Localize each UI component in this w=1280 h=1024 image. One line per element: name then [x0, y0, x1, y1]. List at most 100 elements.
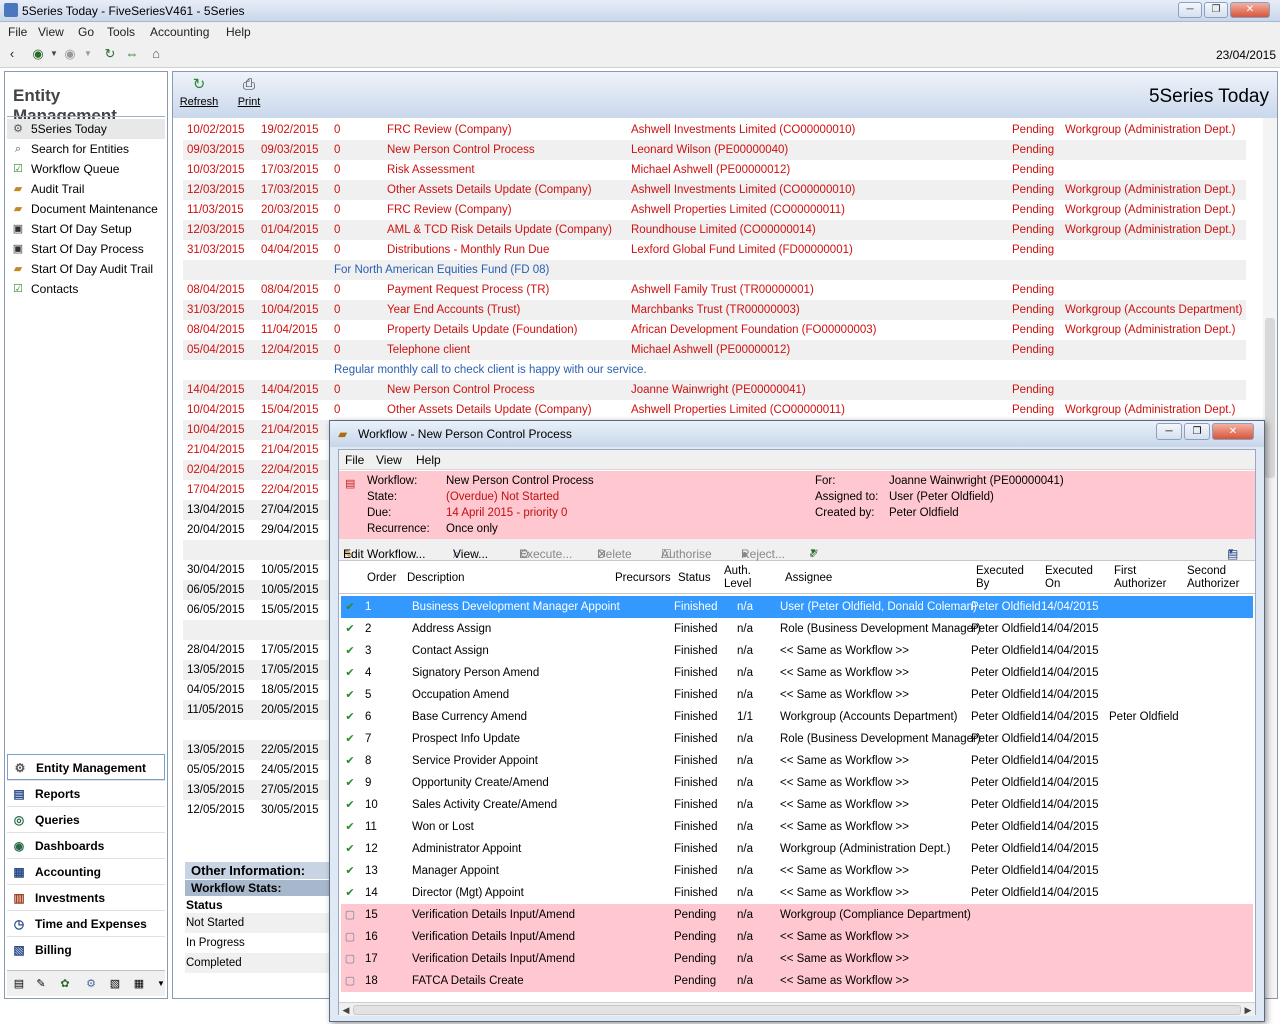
workflow-step-row[interactable]: ✔ 7 Prospect Info Update Finished n/a Role (B…: [341, 728, 1253, 750]
module-accounting[interactable]: ▦ Accounting: [7, 858, 165, 884]
workflow-menu-file[interactable]: File: [345, 453, 364, 467]
workflow-step-row[interactable]: ✔ 5 Occupation Amend Finished n/a << Same as …: [341, 684, 1253, 706]
nav-item-sod-setup[interactable]: ▣ Start Of Day Setup: [7, 219, 165, 239]
col-status[interactable]: Status: [678, 572, 711, 585]
workflow-step-row[interactable]: ▢ 18 FATCA Details Create Pending n/a << Same…: [341, 970, 1253, 992]
workflow-step-row[interactable]: ✔ 6 Base Currency Amend Finished 1/1 Workgrou…: [341, 706, 1253, 728]
task-row[interactable]: 08/04/2015 08/04/2015 0 Payment Request Pro…: [183, 280, 1246, 300]
task-row[interactable]: 05/04/2015 12/04/2015 0 Telephone client Mic…: [183, 340, 1246, 360]
nav-item-sod-audit-trail[interactable]: ▰ Start Of Day Audit Trail: [7, 259, 165, 279]
workflow-step-row[interactable]: ▢ 17 Verification Details Input/Amend Pendi…: [341, 948, 1253, 970]
col-assignee[interactable]: Assignee: [785, 572, 832, 585]
workflow-close-button[interactable]: ✕: [1212, 423, 1254, 440]
nav-item-5series-today[interactable]: ⚙ 5Series Today: [7, 119, 165, 139]
workflow-menu-view[interactable]: View: [376, 453, 402, 467]
menu-accounting[interactable]: Accounting: [150, 25, 209, 39]
edit-icon[interactable]: ✎: [33, 976, 49, 992]
module-investments[interactable]: ▥ Investments: [7, 884, 165, 910]
nav-item-search-entities[interactable]: ⌕ Search for Entities: [7, 139, 165, 159]
task-row[interactable]: 31/03/2015 04/04/2015 0 Distributions - Mon…: [183, 240, 1246, 260]
col-first-authorizer-line1[interactable]: First: [1114, 565, 1136, 578]
nav-item-sod-process[interactable]: ▣ Start Of Day Process: [7, 239, 165, 259]
refresh-icon[interactable]: ↻: [102, 46, 118, 62]
main-scrollbar[interactable]: [1263, 118, 1277, 998]
task-row[interactable]: 14/04/2015 14/04/2015 0 New Person Control …: [183, 380, 1246, 400]
refresh-button[interactable]: ↻ Refresh: [177, 76, 221, 116]
back-icon[interactable]: ◉: [30, 46, 46, 62]
workflow-step-row[interactable]: ✔ 8 Service Provider Appoint Finished n/a << …: [341, 750, 1253, 772]
nav-item-workflow-queue[interactable]: ☑ Workflow Queue: [7, 159, 165, 179]
module-reports[interactable]: ▤ Reports: [7, 780, 165, 806]
col-auth-line2[interactable]: Level: [724, 578, 752, 591]
workflow-maximize-button[interactable]: ❐: [1184, 423, 1210, 440]
workflow-step-row[interactable]: ✔ 3 Contact Assign Finished n/a << Same as Wo…: [341, 640, 1253, 662]
task-row[interactable]: 12/03/2015 01/04/2015 0 AML & TCD Risk Deta…: [183, 220, 1246, 240]
task-row[interactable]: 10/03/2015 17/03/2015 0 Risk Assessment Mich…: [183, 160, 1246, 180]
workflow-minimize-button[interactable]: ─: [1156, 423, 1182, 440]
task-note[interactable]: Regular monthly call to check client is …: [183, 360, 1246, 380]
col-executed-by-line1[interactable]: Executed: [976, 565, 1024, 578]
workflow-step-row[interactable]: ✔ 13 Manager Appoint Finished n/a << Same as …: [341, 860, 1253, 882]
workflow-step-row[interactable]: ▢ 16 Verification Details Input/Amend Pendi…: [341, 926, 1253, 948]
workflow-step-row[interactable]: ✔ 4 Signatory Person Amend Finished n/a << Sa…: [341, 662, 1253, 684]
task-row[interactable]: 11/03/2015 20/03/2015 0 FRC Review (Company…: [183, 200, 1246, 220]
menu-view[interactable]: View: [38, 25, 64, 39]
workflow-step-row[interactable]: ✔ 9 Opportunity Create/Amend Finished n/a << …: [341, 772, 1253, 794]
workflow-step-row[interactable]: ✔ 10 Sales Activity Create/Amend Finished n/…: [341, 794, 1253, 816]
col-description[interactable]: Description: [407, 572, 465, 585]
module-billing[interactable]: ▧ Billing: [7, 936, 165, 962]
col-executed-on-line1[interactable]: Executed: [1045, 565, 1093, 578]
workflow-step-row[interactable]: ▢ 15 Verification Details Input/Amend Pendi…: [341, 904, 1253, 926]
nav-item-audit-trail[interactable]: ▰ Audit Trail: [7, 179, 165, 199]
task-note[interactable]: For North American Equities Fund (FD 08): [183, 260, 1246, 280]
scrollbar-thumb[interactable]: [353, 1005, 1241, 1015]
task-row[interactable]: 31/03/2015 10/04/2015 0 Year End Accounts (…: [183, 300, 1246, 320]
task-row[interactable]: 10/04/2015 15/04/2015 0 Other Assets Detail…: [183, 400, 1246, 420]
menu-tools[interactable]: Tools: [107, 25, 135, 39]
menu-help[interactable]: Help: [226, 25, 251, 39]
forward-icon[interactable]: ◉: [62, 46, 78, 62]
document-icon[interactable]: ▤: [11, 976, 27, 992]
workflow-step-row[interactable]: ✔ 11 Won or Lost Finished n/a << Same as Work…: [341, 816, 1253, 838]
workflow-step-row[interactable]: ✔ 2 Address Assign Finished n/a Role (Busines…: [341, 618, 1253, 640]
print-button[interactable]: ⎙ Print: [227, 76, 271, 116]
task-row[interactable]: 09/03/2015 09/03/2015 0 New Person Control …: [183, 140, 1246, 160]
report-icon[interactable]: ▧: [107, 976, 123, 992]
col-first-authorizer-line2[interactable]: Authorizer: [1114, 578, 1166, 591]
col-precursors[interactable]: Precursors: [615, 572, 671, 585]
col-executed-by-line2[interactable]: By: [976, 578, 989, 591]
col-second-authorizer-line1[interactable]: Second: [1187, 565, 1226, 578]
menu-go[interactable]: Go: [78, 25, 94, 39]
maximize-button[interactable]: ❐: [1204, 2, 1228, 18]
home-icon[interactable]: ⌂: [148, 46, 164, 62]
close-button[interactable]: ✕: [1230, 2, 1270, 18]
task-row[interactable]: 10/02/2015 19/02/2015 0 FRC Review (Company…: [183, 120, 1246, 140]
workflow-step-row[interactable]: ✔ 1 Business Development Manager Appoint Fi…: [341, 596, 1253, 618]
scrollbar-thumb[interactable]: [1265, 318, 1275, 478]
nav-item-contacts[interactable]: ☑ Contacts: [7, 279, 165, 299]
col-order[interactable]: Order: [367, 572, 396, 585]
workflow-step-row[interactable]: ✔ 14 Director (Mgt) Appoint Finished n/a << S…: [341, 882, 1253, 904]
chevron-down-icon[interactable]: ▼: [153, 976, 169, 992]
minimize-button[interactable]: ─: [1178, 2, 1202, 18]
col-auth-line1[interactable]: Auth.: [724, 565, 751, 578]
task-row[interactable]: 12/03/2015 17/03/2015 0 Other Assets Detail…: [183, 180, 1246, 200]
module-queries[interactable]: ◎ Queries: [7, 806, 165, 832]
module-dashboards[interactable]: ◉ Dashboards: [7, 832, 165, 858]
sync-icon[interactable]: ⇔: [124, 46, 140, 62]
workflow-icon[interactable]: ⚙: [83, 976, 99, 992]
scroll-right-icon[interactable]: ▶: [1242, 1004, 1254, 1016]
nav-item-document-maintenance[interactable]: ▰ Document Maintenance: [7, 199, 165, 219]
menu-file[interactable]: File: [8, 25, 27, 39]
horizontal-scrollbar[interactable]: ◀ ▶: [339, 1002, 1255, 1016]
scroll-left-icon[interactable]: ◀: [340, 1004, 352, 1016]
task-row[interactable]: 08/04/2015 11/04/2015 0 Property Details Up…: [183, 320, 1246, 340]
forward-dropdown-icon[interactable]: ▼: [80, 46, 96, 62]
col-executed-on-line2[interactable]: On: [1045, 578, 1060, 591]
module-time-and-expenses[interactable]: ◷ Time and Expenses: [7, 910, 165, 936]
back-dropdown-icon[interactable]: ▼: [46, 46, 62, 62]
module-entity-management[interactable]: ⚙ Entity Management: [7, 754, 165, 780]
workflow-menu-help[interactable]: Help: [416, 453, 441, 467]
col-second-authorizer-line2[interactable]: Authorizer: [1187, 578, 1239, 591]
grid-icon[interactable]: ▦: [131, 976, 147, 992]
